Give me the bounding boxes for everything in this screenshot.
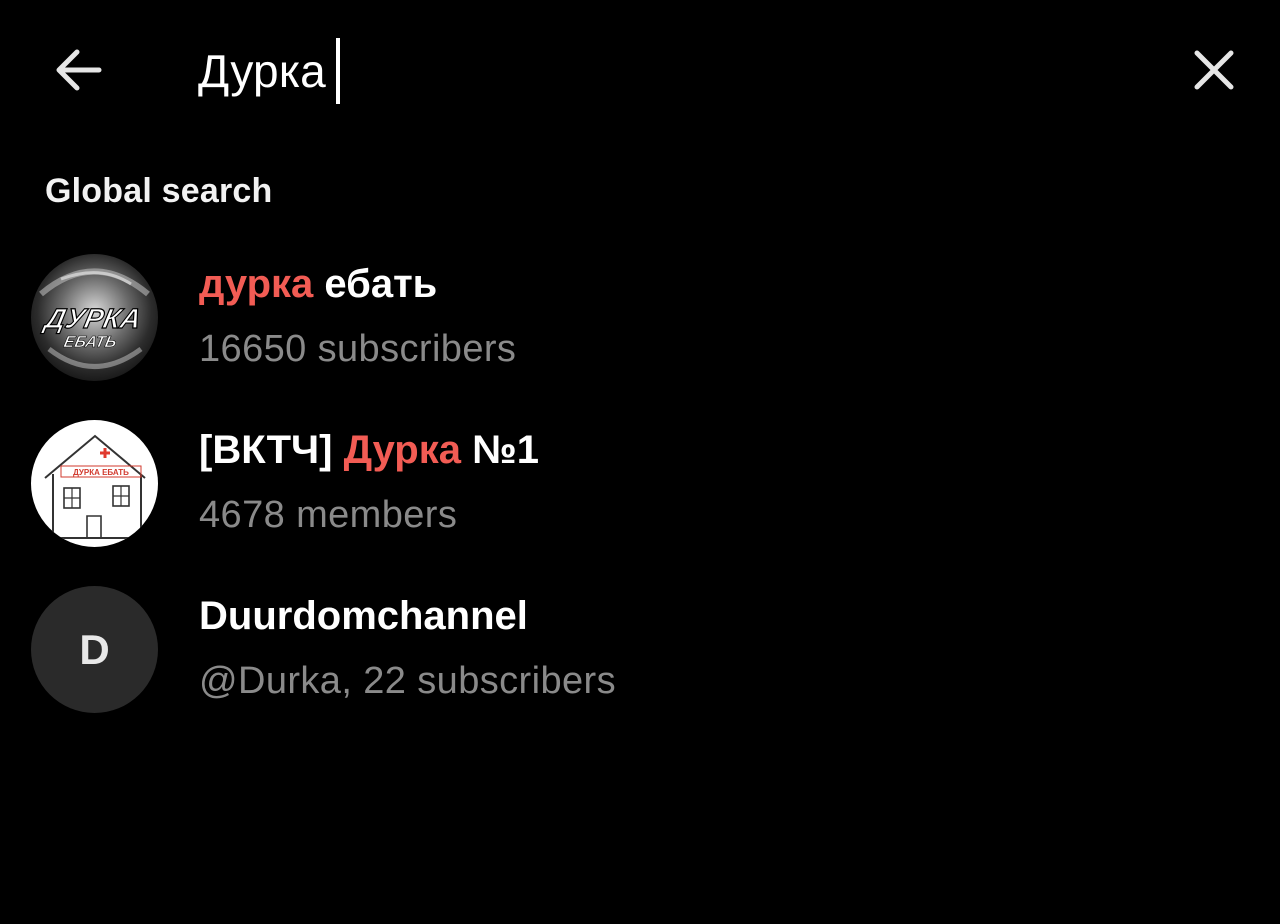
avatar-text-bottom: ЕБАТЬ (62, 333, 118, 351)
title-highlight: дурка (199, 262, 314, 306)
result-title: [ВКТЧ] Дурка №1 (199, 428, 539, 473)
avatar-text-top: ДУРКА (40, 302, 144, 334)
close-icon (1194, 50, 1234, 90)
title-prefix: [ВКТЧ] (199, 428, 344, 472)
group-avatar: ДУРКА ЕБАТЬ (31, 420, 158, 547)
result-subtitle: @Durka, 22 subscribers (199, 660, 616, 702)
house-sign-text: ДУРКА ЕБАТЬ (73, 468, 129, 477)
back-button[interactable] (40, 36, 116, 104)
title-rest: №1 (461, 428, 539, 472)
result-subtitle: 16650 subscribers (199, 328, 517, 370)
channel-avatar: ДУРКА ЕБАТЬ (31, 254, 158, 381)
title-highlight: Дурка (343, 428, 461, 472)
title-rest: ебать (313, 262, 438, 306)
result-subtitle: 4678 members (199, 494, 458, 536)
result-row[interactable]: ДУРКА ЕБАТЬ [ВКТЧ] Дурка №1 4678 members (0, 402, 1280, 568)
search-screen: Дурка Global search ДУРКА ЕБАТЬ дурка еб… (0, 0, 1280, 924)
arrow-left-icon (56, 49, 102, 91)
result-title: Duurdomchannel (199, 594, 528, 638)
search-results-list: ДУРКА ЕБАТЬ дурка ебать 16650 subscriber… (0, 236, 1280, 734)
text-caret (335, 38, 340, 104)
search-query: Дурка (198, 45, 326, 97)
search-input[interactable]: Дурка (198, 36, 340, 106)
section-title: Global search (45, 172, 273, 210)
result-row[interactable]: D Duurdomchannel @Durka, 22 subscribers (0, 568, 1280, 734)
clear-search-button[interactable] (1176, 32, 1252, 108)
search-toolbar: Дурка (0, 0, 1280, 140)
result-row[interactable]: ДУРКА ЕБАТЬ дурка ебать 16650 subscriber… (0, 236, 1280, 402)
result-title: дурка ебать (199, 262, 437, 307)
letter-avatar: D (31, 586, 158, 713)
